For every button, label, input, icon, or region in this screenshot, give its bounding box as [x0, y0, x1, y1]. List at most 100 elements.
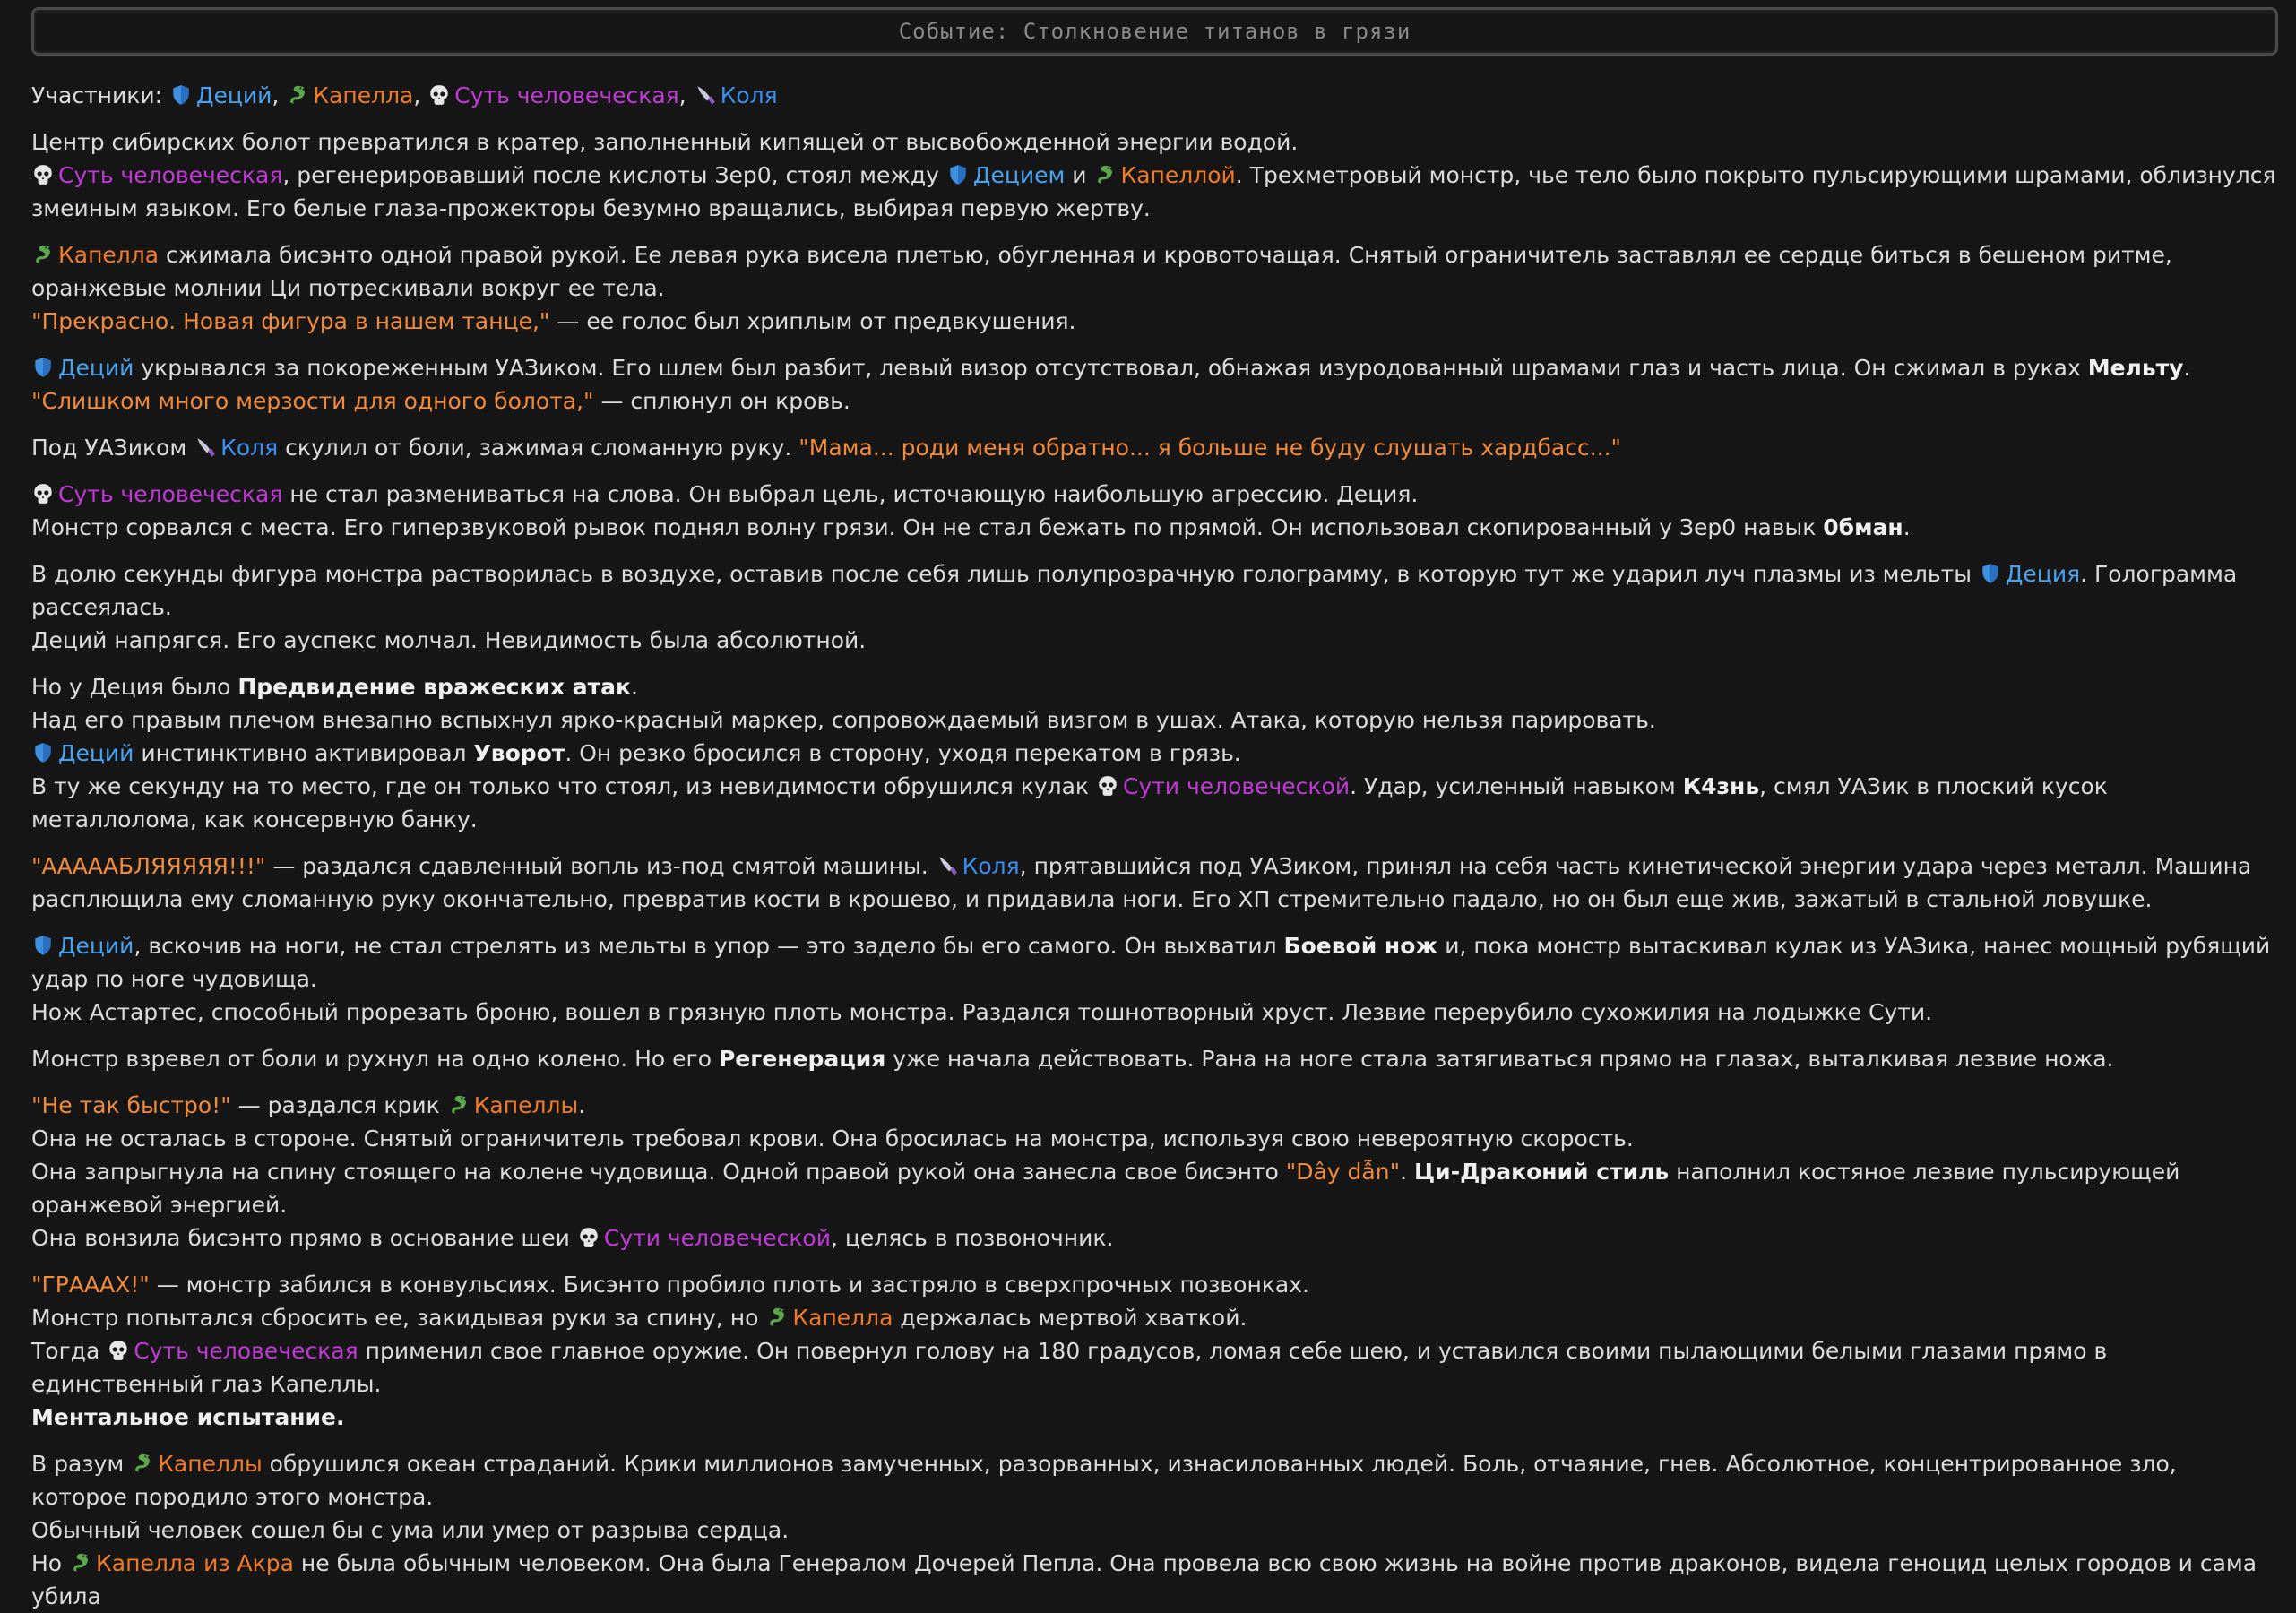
participant-decius[interactable]: Деций — [196, 82, 272, 108]
paragraph-9: Деций, вскочив на ноги, не стал стрелять… — [31, 929, 2278, 1029]
name-sut[interactable]: Суть человеческая — [134, 1338, 358, 1364]
text-span: — раздался сдавленный вопль из-под смято… — [265, 853, 936, 879]
text-span: Монстр попытался сбросить ее, закидывая … — [31, 1305, 766, 1331]
quote: "Прекрасно. Новая фигура в нашем танце," — [31, 308, 550, 334]
dragon-icon — [135, 1453, 151, 1472]
text-span: не была обычным человеком. Она была Гене… — [31, 1550, 2257, 1609]
text-line: Она не осталась в стороне. Снятый ограни… — [31, 1126, 1634, 1152]
text-span: и — [1065, 162, 1094, 188]
name-decius[interactable]: Деций — [58, 933, 134, 959]
name-decius[interactable]: Децием — [973, 162, 1065, 188]
text-span: Под УАЗиком — [31, 435, 194, 461]
paragraph-12: "ГРАААХ!" — монстр забился в конвульсиях… — [31, 1268, 2278, 1434]
shield-icon — [35, 358, 51, 377]
text-span: Но — [31, 1550, 70, 1576]
paragraph-8: "АААААБЛЯЯЯЯЯ!!!" — раздался сдавленный … — [31, 850, 2278, 916]
name-kapella[interactable]: Капеллы — [474, 1092, 579, 1118]
event-log: Событие: Столкновение титанов в грязи Уч… — [0, 0, 2296, 1613]
paragraph-10: Монстр взревел от боли и рухнул на одно … — [31, 1042, 2278, 1075]
quote: "ГРАААХ!" — [31, 1272, 150, 1298]
text-span: Тогда — [31, 1338, 108, 1364]
quote: "Dây dẫn" — [1285, 1159, 1401, 1185]
event-title: Событие: Столкновение титанов в грязи — [31, 7, 2278, 56]
name-decius[interactable]: Деций — [58, 355, 134, 381]
name-decius[interactable]: Деция — [2006, 561, 2080, 587]
name-sut[interactable]: Сути человеческой — [1123, 773, 1350, 799]
bold-term: Предвидение вражеских атак — [237, 674, 631, 700]
paragraph-3: Деций укрывался за покореженным УАЗиком.… — [31, 355, 2191, 414]
text-span: держалась мертвой хваткой. — [893, 1305, 1247, 1331]
text-span: , вскочив на ноги, не стал стрелять из м… — [134, 933, 1284, 959]
paragraph-4: Под УАЗиком Коля скулил от боли, зажимая… — [31, 431, 2278, 464]
name-kolya[interactable]: Коля — [220, 435, 278, 461]
skull-icon — [430, 85, 449, 105]
name-kapella[interactable]: Капеллы — [158, 1451, 263, 1477]
paragraph-6: В долю секунды фигура монстра растворила… — [31, 557, 2278, 657]
skull-icon — [34, 484, 52, 504]
skull-icon — [109, 1341, 128, 1360]
paragraph-7: Но у Деция было Предвидение вражеских ат… — [31, 670, 2278, 836]
name-kapella[interactable]: Капелла — [792, 1305, 893, 1331]
quote: "Слишком много мерзости для одного болот… — [31, 388, 594, 414]
bold-term: Боевой нож — [1283, 933, 1438, 959]
dragon-icon — [451, 1095, 466, 1114]
participant-kolya[interactable]: Коля — [721, 82, 778, 108]
bold-term: Уворот — [473, 740, 565, 766]
text-span: Но у Деция было — [31, 674, 238, 700]
bold-term: Мельту — [2087, 355, 2184, 381]
bold-term: 0бман — [1823, 514, 1903, 540]
text-span: инстинктивно активировал — [134, 740, 474, 766]
bold-term: Регенерация — [718, 1046, 886, 1072]
text-span: . Удар, усиленный навыком — [1350, 773, 1683, 799]
name-sut[interactable]: Сути человеческой — [604, 1225, 831, 1251]
paragraph-11: "Не так быстро!" — раздался крик Капеллы… — [31, 1089, 2278, 1255]
text-span: скулил от боли, зажимая сломанную руку. — [278, 435, 799, 461]
participants-line: Участники: Деций, Капелла, Суть человече… — [31, 82, 778, 108]
skull-icon — [580, 1228, 598, 1247]
text-span: Она вонзила бисэнто прямо в основание ше… — [31, 1225, 577, 1251]
knife-icon — [197, 438, 215, 457]
paragraph-13: В разум Капеллы обрушился океан страдани… — [31, 1447, 2278, 1613]
text-line: Центр сибирских болот превратился в крат… — [31, 129, 1299, 155]
text-span: обрушился океан страданий. Крики миллион… — [31, 1451, 2177, 1510]
shield-icon — [35, 743, 51, 763]
name-kapella[interactable]: Капеллой — [1120, 162, 1235, 188]
text-span: , регенерировавший после кислоты Зер0, с… — [282, 162, 946, 188]
text-line: Нож Астартес, способный прорезать броню,… — [31, 999, 1933, 1025]
name-sut[interactable]: Суть человеческая — [58, 481, 282, 507]
text-span: не стал размениваться на слова. Он выбра… — [282, 481, 1419, 507]
name-decius[interactable]: Деций — [58, 740, 134, 766]
name-sut[interactable]: Суть человеческая — [58, 162, 282, 188]
text-span: В ту же секунду на то место, где он толь… — [31, 773, 1096, 799]
knife-icon — [938, 857, 957, 876]
paragraph-1: Центр сибирских болот превратился в крат… — [31, 125, 2278, 225]
name-kapella[interactable]: Капелла — [58, 242, 159, 268]
text-span: Монстр сорвался с места. Его гиперзвуков… — [31, 514, 1824, 540]
text-span: уже начала действовать. Рана на ноге ста… — [885, 1046, 2114, 1072]
text-span: — сплюнул он кровь. — [593, 388, 850, 414]
shield-icon — [35, 936, 51, 955]
participant-sut[interactable]: Суть человеческая — [454, 82, 678, 108]
dragon-icon — [36, 245, 51, 263]
text-span: Она запрыгнула на спину стоящего на коле… — [31, 1159, 1286, 1185]
text-line: Обычный человек сошел бы с ума или умер … — [31, 1517, 790, 1543]
name-kapella[interactable]: Капелла из Акра — [96, 1550, 294, 1576]
name-kolya[interactable]: Коля — [962, 853, 1020, 879]
text-span: сжимала бисэнто одной правой рукой. Ее л… — [31, 242, 2172, 301]
text-span: В разум — [31, 1451, 132, 1477]
knife-icon — [696, 86, 715, 105]
participants-label: Участники: — [31, 82, 162, 108]
quote: "АААААБЛЯЯЯЯЯ!!!" — [31, 853, 266, 879]
dragon-icon — [1098, 165, 1113, 184]
text-span: — монстр забился в конвульсиях. Бисэнто … — [149, 1272, 1309, 1298]
bold-term: Ментальное испытание. — [31, 1404, 345, 1430]
shield-icon — [950, 165, 966, 185]
text-span: Монстр взревел от боли и рухнул на одно … — [31, 1046, 719, 1072]
text-span: В долю секунды фигура монстра растворила… — [31, 561, 1979, 587]
text-span: , целясь в позвоночник. — [830, 1225, 1114, 1251]
text-line: Над его правым плечом внезапно вспыхнул … — [31, 707, 1656, 733]
participant-kapella[interactable]: Капелла — [313, 82, 413, 108]
text-span: — ее голос был хриплым от предвкушения. — [549, 308, 1076, 334]
bold-term: К4знь — [1682, 773, 1760, 799]
bold-term: Ци-Драконий стиль — [1413, 1159, 1670, 1185]
